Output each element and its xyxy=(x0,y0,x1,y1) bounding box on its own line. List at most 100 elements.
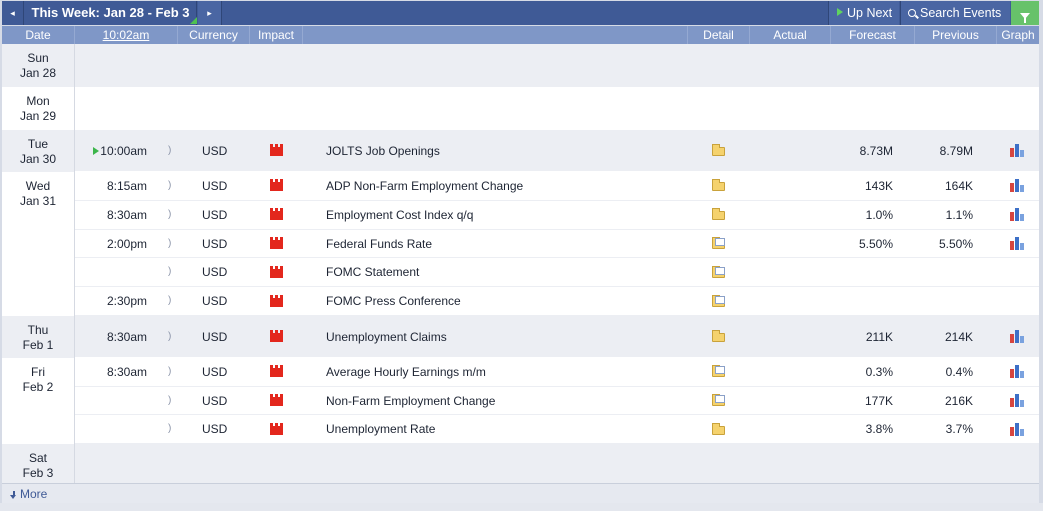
event-currency: USD xyxy=(202,236,228,251)
filter-button[interactable] xyxy=(1011,1,1039,25)
high-impact-folder-icon xyxy=(270,294,283,307)
event-row[interactable]: 8:30am) USD Employment Cost Index q/q 1.0% 1… xyxy=(75,201,1039,230)
event-currency: USD xyxy=(202,393,228,408)
event-currency: USD xyxy=(202,330,228,344)
event-time-text: 8:30am xyxy=(106,207,147,222)
header-currency: Currency xyxy=(178,26,250,44)
event-forecast: 1.0% xyxy=(865,207,893,222)
event-time-text: 8:15am xyxy=(106,179,147,193)
event-forecast: 211K xyxy=(865,330,893,344)
folder-document-icon xyxy=(712,393,725,406)
date-label: Jan 29 xyxy=(19,109,57,123)
search-events-button[interactable]: Search Events xyxy=(900,1,1010,25)
event-row[interactable]: 2:00pm) USD Federal Funds Rate 5.50% 5.50% xyxy=(75,230,1039,259)
up-next-button[interactable]: Up Next xyxy=(828,1,899,25)
event-name[interactable]: FOMC Press Conference xyxy=(326,287,686,316)
sound-alert-icon[interactable]: ) xyxy=(168,258,178,287)
next-week-button[interactable]: ▸ xyxy=(198,1,222,25)
date-label: Feb 3 xyxy=(22,466,54,480)
high-impact-folder-icon xyxy=(270,330,283,342)
weekday-label: Mon xyxy=(26,94,50,108)
event-forecast: 0.3% xyxy=(865,365,893,379)
event-name[interactable]: Non-Farm Employment Change xyxy=(326,387,686,416)
high-impact-folder-icon xyxy=(270,144,283,156)
bar-chart-icon xyxy=(1010,329,1025,343)
event-row[interactable]: ) USD Unemployment Rate 3.8% 3.7% xyxy=(75,415,1039,444)
event-previous: 8.79M xyxy=(939,144,973,158)
day-date-cell: Sun Jan 28 xyxy=(2,44,75,87)
high-impact-folder-icon xyxy=(270,365,283,378)
sound-alert-icon[interactable]: ) xyxy=(168,172,178,201)
event-name[interactable]: Employment Cost Index q/q xyxy=(326,201,686,230)
bottom-edge xyxy=(0,503,1043,511)
event-currency: USD xyxy=(202,294,228,309)
event-time-text: 8:30am xyxy=(106,330,147,344)
calendar-widget: ◂ This Week: Jan 28 - Feb 3 ▸ Up Next Se… xyxy=(0,0,1043,511)
event-forecast: 3.8% xyxy=(865,422,893,437)
event-previous: 5.50% xyxy=(938,236,973,251)
weekday-label: Thu xyxy=(27,323,49,337)
sound-alert-icon[interactable]: ) xyxy=(168,201,178,230)
high-impact-folder-icon xyxy=(270,265,283,278)
sound-alert-icon[interactable]: ) xyxy=(168,230,178,259)
sound-alert-icon[interactable]: ) xyxy=(168,415,178,444)
event-row[interactable]: ) USD Non-Farm Employment Change 177K 216K xyxy=(75,387,1039,416)
event-name[interactable]: FOMC Statement xyxy=(326,258,686,287)
header-forecast: Forecast xyxy=(831,26,915,44)
search-icon xyxy=(908,9,916,17)
event-name[interactable]: Unemployment Claims xyxy=(326,316,686,358)
event-name[interactable]: Federal Funds Rate xyxy=(326,230,686,259)
event-time: 8:30am xyxy=(75,201,165,230)
event-currency: USD xyxy=(202,265,228,280)
folder-icon xyxy=(712,330,725,342)
event-previous: 0.4% xyxy=(945,365,973,379)
date-label: Jan 31 xyxy=(19,194,57,208)
sound-alert-icon[interactable]: ) xyxy=(168,130,178,172)
prev-week-button[interactable]: ◂ xyxy=(2,1,24,25)
event-time: 8:30am xyxy=(75,316,165,358)
day-date-cell: Fri Feb 2 xyxy=(2,358,75,444)
sound-alert-icon[interactable]: ) xyxy=(168,316,178,358)
event-time: 2:30pm xyxy=(75,287,165,316)
more-link[interactable]: More xyxy=(10,487,47,501)
up-next-label: Up Next xyxy=(847,6,893,20)
weekday-label: Sun xyxy=(27,51,49,65)
high-impact-folder-icon xyxy=(270,236,283,249)
event-previous: 216K xyxy=(944,393,973,408)
day-group: Sat Feb 3 xyxy=(2,444,1039,483)
event-row[interactable]: 2:30pm) USD FOMC Press Conference xyxy=(75,287,1039,316)
event-name[interactable]: Unemployment Rate xyxy=(326,415,686,444)
folder-icon xyxy=(712,422,725,435)
header-time-link[interactable]: 10:02am xyxy=(75,26,178,44)
day-group: Wed Jan 31 8:15am) USD ADP Non-Farm Employme… xyxy=(2,172,1039,316)
folder-icon xyxy=(712,179,725,192)
day-group: Mon Jan 29 xyxy=(2,87,1039,130)
event-row[interactable]: ) USD FOMC Statement xyxy=(75,258,1039,288)
event-row[interactable]: 8:15am) USD ADP Non-Farm Employment Change… xyxy=(75,172,1039,201)
play-icon xyxy=(837,8,843,16)
day-date-cell: Mon Jan 29 xyxy=(2,87,75,130)
day-group: Fri Feb 2 8:30am) USD Average Hourly Earning… xyxy=(2,358,1039,444)
day-group: Sun Jan 28 xyxy=(2,44,1039,87)
sound-alert-icon[interactable]: ) xyxy=(168,387,178,416)
event-row[interactable]: 10:00am) USD JOLTS Job Openings 8.73M 8.79M xyxy=(75,130,1039,172)
sound-alert-icon[interactable]: ) xyxy=(168,358,178,387)
date-label: Jan 28 xyxy=(19,66,57,80)
bar-chart-icon xyxy=(1010,207,1025,222)
event-row[interactable]: 8:30am) USD Unemployment Claims 211K 214K xyxy=(75,316,1039,358)
event-row[interactable]: 8:30am) USD Average Hourly Earnings m/m 0.3… xyxy=(75,358,1039,387)
date-label: Feb 2 xyxy=(22,380,54,394)
event-name[interactable]: JOLTS Job Openings xyxy=(326,130,686,172)
header-previous: Previous xyxy=(915,26,997,44)
event-time: 8:30am xyxy=(75,358,165,387)
sound-alert-icon[interactable]: ) xyxy=(168,287,178,316)
event-name[interactable]: Average Hourly Earnings m/m xyxy=(326,358,686,387)
search-events-label: Search Events xyxy=(920,6,1002,20)
day-group: Tue Jan 30 10:00am) USD JOLTS Job Openings 8.… xyxy=(2,130,1039,172)
event-time-text: 10:00am xyxy=(100,144,147,158)
bar-chart-icon xyxy=(1010,422,1025,436)
table-header: Date 10:02am Currency Impact Detail Actu… xyxy=(2,26,1039,44)
weekday-label: Sat xyxy=(28,451,47,465)
event-name[interactable]: ADP Non-Farm Employment Change xyxy=(326,172,686,201)
table-footer: More xyxy=(2,483,1039,503)
